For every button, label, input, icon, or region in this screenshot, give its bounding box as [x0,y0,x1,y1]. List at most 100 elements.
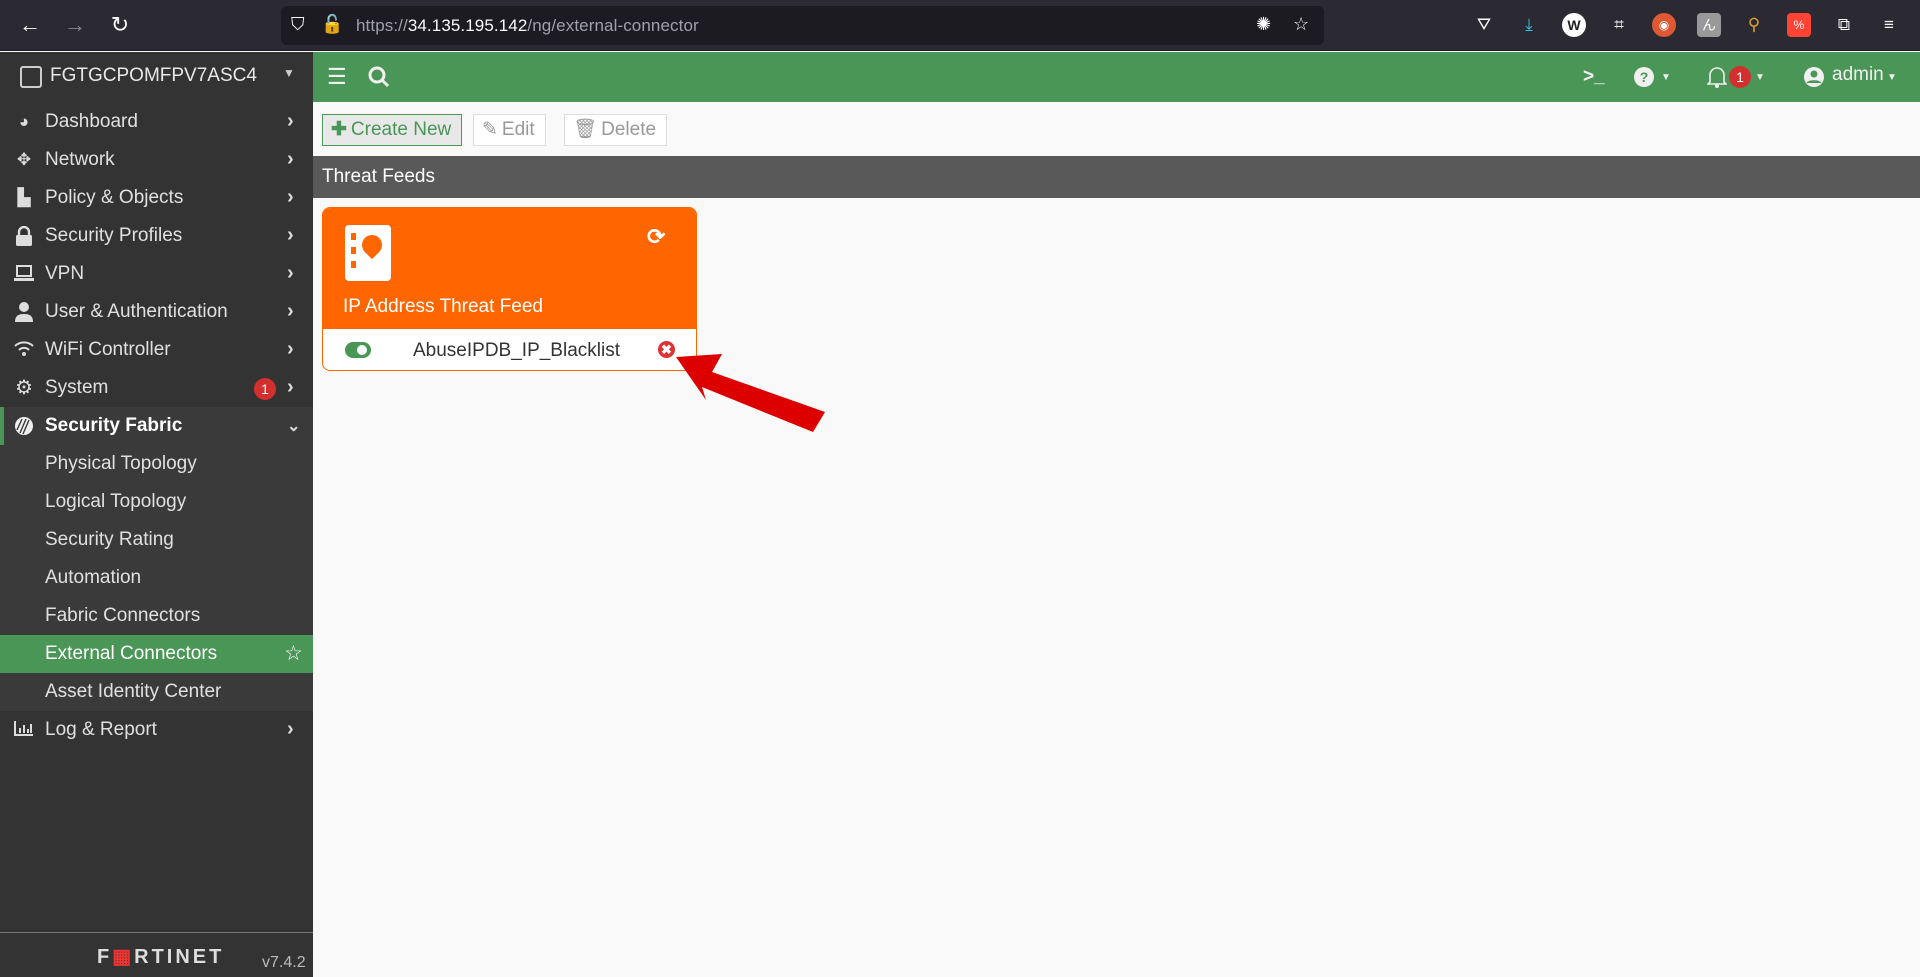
sidebar-item-label: Security Rating [45,529,174,550]
duckduckgo-icon[interactable]: ◉ [1652,13,1676,37]
insecure-lock-icon[interactable]: 🔓 [321,14,343,35]
chevron-right-icon: › [287,224,294,246]
sidebar-item-wifi-controller[interactable]: WiFi Controller › [0,331,313,369]
chevron-right-icon: › [287,300,294,322]
broom-icon[interactable]: ⚲ [1742,13,1766,37]
sidebar-item-security-profiles[interactable]: Security Profiles › [0,217,313,255]
button-label: Delete [601,119,657,140]
edit-button[interactable]: ✎ Edit [473,114,546,146]
pencil-icon: ✎ [482,119,498,140]
feed-entry[interactable]: AbuseIPDB_IP_Blacklist ✖ [323,329,696,370]
sidebar-item-security-fabric[interactable]: Security Fabric ⌄ [0,407,313,445]
network-icon: ✥ [16,150,32,169]
hamburger-menu-icon[interactable]: ☰ [327,63,347,91]
book-spine [351,261,356,268]
action-toolbar: ✚ Create New ✎ Edit 🗑 Delete [313,102,1920,156]
laptop-icon [13,264,35,284]
extensions-icon[interactable]: ⧉ [1832,13,1856,37]
sidebar-item-network[interactable]: ✥ Network › [0,141,313,179]
search-icon[interactable] [368,63,390,95]
bell-icon[interactable] [1706,63,1728,95]
sidebar-item-label: Dashboard [45,111,138,132]
address-book-icon [345,225,391,281]
dashboard-icon: ◕ [18,112,30,131]
arrow-shape [676,354,825,432]
user-menu[interactable]: admin [1832,64,1884,86]
url-bar[interactable]: ⛉ 🔓 https://34.135.195.142/ng/external-c… [281,6,1324,45]
sidebar-item-label: Log & Report [45,719,157,740]
chevron-right-icon: › [287,110,294,132]
logo-part: F [97,946,113,968]
sidebar-item-system[interactable]: ⚙ System 1 › [0,369,313,407]
shield-icon[interactable]: ⛉ [291,14,305,35]
sidebar-item-log-report[interactable]: Log & Report › [0,711,313,749]
sidebar-item-label: User & Authentication [45,301,228,322]
caret-down-icon: ▼ [283,66,295,80]
download-icon[interactable]: ⤓ [1517,13,1541,37]
remove-feed-icon[interactable]: ✖ [658,341,675,358]
sidebar-item-policy-objects[interactable]: ▙ Policy & Objects › [0,179,313,217]
sidebar-item-automation[interactable]: Automation [0,559,313,597]
notification-badge: 1 [1729,66,1751,88]
caret-down-icon[interactable]: ▼ [1887,72,1897,83]
button-label: Create New [350,119,452,140]
top-header: ☰ >_ ? ▼ 1 ▼ admin ▼ [313,52,1920,102]
favorite-star-icon[interactable]: ☆ [284,641,303,666]
sidebar-item-physical-topology[interactable]: Physical Topology [0,445,313,483]
sidebar-item-security-rating[interactable]: Security Rating [0,521,313,559]
caret-down-icon[interactable]: ▼ [1755,72,1765,83]
delete-button[interactable]: 🗑 Delete [564,114,668,146]
section-header: Threat Feeds [313,156,1920,198]
chevron-right-icon: › [287,148,294,170]
sidebar-item-logical-topology[interactable]: Logical Topology [0,483,313,521]
threat-feed-card[interactable]: ⟳ IP Address Threat Feed AbuseIPDB_IP_Bl… [322,207,697,371]
button-label: Edit [501,119,535,140]
wikipedia-icon[interactable]: W [1562,13,1586,37]
sidebar-item-user-authentication[interactable]: User & Authentication › [0,293,313,331]
browser-toolbar: ← → ↻ ⛉ 🔓 https://34.135.195.142/ng/exte… [0,0,1920,51]
card-title: IP Address Threat Feed [343,296,543,317]
menu-icon[interactable]: ≡ [1877,13,1901,37]
crop-icon[interactable]: ⌗ [1607,13,1631,37]
logo-mark: ▦ [112,946,135,968]
sidebar-item-fabric-connectors[interactable]: Fabric Connectors [0,597,313,635]
device-icon [20,66,42,88]
logo-part: RTINET [134,946,225,968]
sidebar-divider [0,932,313,933]
refresh-icon[interactable]: ⟳ [647,224,665,250]
plus-icon: ✚ [331,119,347,140]
sidebar-item-label: VPN [45,263,85,284]
cli-console-icon[interactable]: >_ [1583,63,1605,91]
bookmark-star-icon[interactable]: ☆ [1293,14,1309,35]
caret-down-icon[interactable]: ▼ [1661,72,1671,83]
feed-name[interactable]: AbuseIPDB_IP_Blacklist [413,340,620,362]
back-icon[interactable]: ← [17,12,43,38]
sidebar-item-label: Security Fabric [45,415,183,436]
sidebar-item-asset-identity-center[interactable]: Asset Identity Center [0,673,313,711]
chart-icon [13,720,35,740]
sidebar-item-label: System [45,377,109,398]
chevron-right-icon: › [287,376,294,398]
chevron-down-icon: ⌄ [287,418,301,435]
device-selector[interactable]: FGTGCPOMFPV7ASC4 ▼ [0,52,313,102]
translate-icon[interactable]: % [1787,13,1811,37]
user-avatar-icon[interactable] [1803,63,1825,95]
feed-enabled-toggle[interactable] [345,342,371,358]
forward-icon[interactable]: → [62,12,88,38]
fortinet-logo: F▦RTINET [97,944,224,969]
device-name: FGTGCPOMFPV7ASC4 [50,65,257,86]
reload-icon[interactable]: ↻ [107,12,133,38]
create-new-button[interactable]: ✚ Create New [322,114,463,146]
sidebar-item-dashboard[interactable]: ◕ Dashboard › [0,103,313,141]
url-text[interactable]: https://34.135.195.142/ng/external-conne… [356,16,699,36]
url-path: /ng/external-connector [527,16,699,35]
kanji-icon[interactable]: ん [1697,13,1721,37]
sidebar-item-label: Logical Topology [45,491,187,512]
help-icon[interactable]: ? [1633,63,1655,95]
pocket-icon[interactable]: ⛛ [1472,13,1496,37]
sidebar-item-external-connectors[interactable]: External Connectors ☆ [0,635,313,673]
bug-icon[interactable]: ✺ [1256,14,1271,35]
sidebar-item-vpn[interactable]: VPN › [0,255,313,293]
section-title: Threat Feeds [322,166,435,187]
notification-badge: 1 [254,378,276,400]
